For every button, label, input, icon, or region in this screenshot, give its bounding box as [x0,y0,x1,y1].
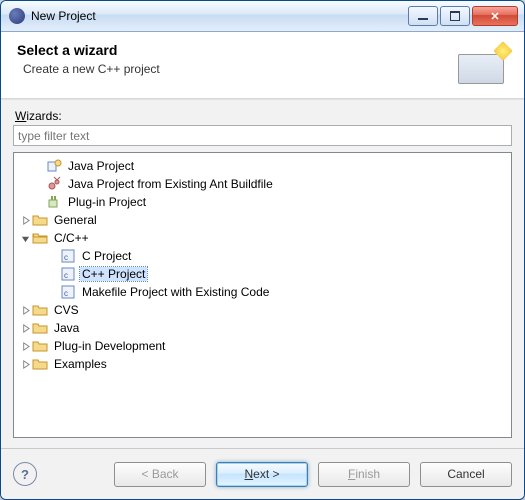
expander-spacer [46,267,60,281]
tree-item-label: Java Project [66,159,136,173]
tree-item[interactable]: Examples [16,355,509,373]
ant-icon [46,176,62,192]
button-bar: ? < Back Next > Finish Cancel [1,449,524,499]
folder-icon [32,212,48,228]
chevron-right-icon[interactable] [18,357,32,371]
tree-item[interactable]: General [16,211,509,229]
cfile-icon: c [60,266,76,282]
tree-item[interactable]: C/C++ [16,229,509,247]
tree-item[interactable]: CVS [16,301,509,319]
tree-item-label: C Project [80,249,133,263]
plug-icon [46,194,62,210]
app-icon [9,8,25,24]
folder-icon [32,356,48,372]
chevron-right-icon[interactable] [18,321,32,335]
tree-item[interactable]: Java Project from Existing Ant Buildfile [16,175,509,193]
tree-item-label: Examples [52,357,109,371]
close-button[interactable]: ✕ [472,6,518,26]
folder-icon [32,320,48,336]
banner-heading: Select a wizard [17,42,160,58]
tree-item-label: General [52,213,99,227]
tree-item-label: C++ Project [80,267,147,281]
tree-item-label: CVS [52,303,81,317]
dialog-window: New Project ✕ Select a wizard Create a n… [0,0,525,500]
expander-spacer [46,249,60,263]
expander-spacer [32,195,46,209]
titlebar[interactable]: New Project ✕ [1,1,524,32]
svg-text:c: c [64,289,68,298]
content-area: Wizards: Java Project Java Project from E… [1,101,524,448]
wizard-banner: Select a wizard Create a new C++ project [1,32,524,98]
tree-item[interactable]: Plug-in Project [16,193,509,211]
tree-item-label: C/C++ [52,231,91,245]
expander-spacer [32,177,46,191]
cfile-icon: c [60,284,76,300]
chevron-right-icon[interactable] [18,339,32,353]
minimize-button[interactable] [408,6,438,26]
wizard-tree[interactable]: Java Project Java Project from Existing A… [13,152,512,438]
folder-icon [32,302,48,318]
next-button[interactable]: Next > [216,462,308,487]
tree-item-label: Java Project from Existing Ant Buildfile [66,177,275,191]
back-button[interactable]: < Back [114,462,206,487]
svg-text:c: c [64,271,68,280]
maximize-button[interactable] [440,6,470,26]
banner-subtitle: Create a new C++ project [23,62,160,76]
java-icon [46,158,62,174]
tree-item[interactable]: Java [16,319,509,337]
cancel-button[interactable]: Cancel [420,462,512,487]
filter-input[interactable] [13,125,512,146]
window-title: New Project [31,9,408,23]
svg-text:c: c [64,253,68,262]
expander-spacer [46,285,60,299]
tree-item-label: Plug-in Project [66,195,148,209]
tree-item-label: Makefile Project with Existing Code [80,285,271,299]
tree-item-label: Java [52,321,81,335]
help-button[interactable]: ? [13,462,37,486]
finish-button[interactable]: Finish [318,462,410,487]
cfile-icon: c [60,248,76,264]
window-controls: ✕ [408,6,518,26]
tree-item-label: Plug-in Development [52,339,167,353]
tree-item[interactable]: Java Project [16,157,509,175]
chevron-right-icon[interactable] [18,213,32,227]
folder-open-icon [32,230,48,246]
wizard-icon [452,44,512,84]
chevron-right-icon[interactable] [18,303,32,317]
tree-item-selected[interactable]: c C++ Project [16,265,509,283]
chevron-down-icon[interactable] [18,231,32,245]
tree-item[interactable]: Plug-in Development [16,337,509,355]
wizards-label: Wizards: [15,109,512,123]
tree-item[interactable]: c C Project [16,247,509,265]
tree-item[interactable]: c Makefile Project with Existing Code [16,283,509,301]
expander-spacer [32,159,46,173]
folder-icon [32,338,48,354]
